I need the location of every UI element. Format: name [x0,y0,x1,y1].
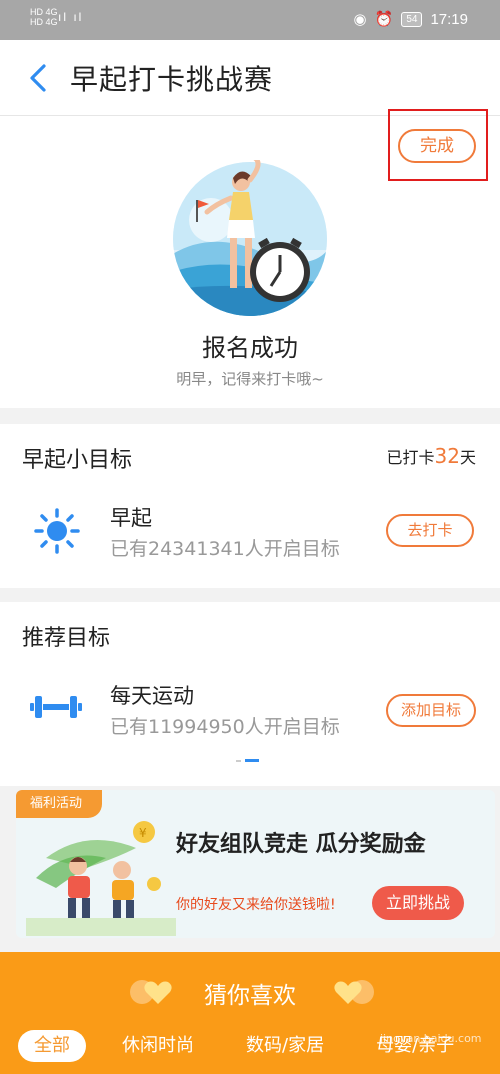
guess-title: 猜你喜欢 [204,983,296,1009]
sun-icon [34,508,80,554]
streak-suffix: 天 [459,448,476,467]
early-goal-card: 早起小目标 已打卡32天 早起 已有24341341人开启目标 去打卡 [0,424,500,588]
battery-icon: 54 [401,11,423,27]
promo-title: 好友组队竞走 瓜分奖励金 [176,832,426,857]
page-title: 早起打卡挑战赛 [70,63,274,96]
carousel-dot [236,759,241,762]
exercise-alarm-illustration [173,160,327,316]
section-title-goal: 早起小目标 [22,448,133,473]
tab-casual-fashion[interactable]: 休闲时尚 [106,1030,210,1062]
team-walk-illustration: ¥ [26,821,176,936]
signup-card: 完成 报名成功 明早，记得来打卡哦~ [0,109,500,408]
tab-digital-home[interactable]: 数码/家居 [230,1030,340,1062]
alarm-icon: ⏰ [374,11,394,28]
tab-all[interactable]: 全部 [18,1030,86,1062]
network-bottom: HD 4G [30,17,58,27]
heart-icon [334,980,374,1004]
signup-success-title: 报名成功 [202,334,298,362]
promo-subtitle: 你的好友又来给你送钱啦! [176,897,336,913]
carousel-indicator [236,759,259,762]
back-icon[interactable] [24,62,52,94]
signup-subtitle: 明早，记得来打卡哦~ [176,370,324,388]
status-bar: HD 4G HD 4G ıl ıl ◉ ⏰ 54 17:19 [0,0,500,40]
promo-banner[interactable]: 福利活动 ¥ 好友组队竞走 瓜分奖励金 你的好友又来给你送钱啦! 立即挑战 [16,790,495,938]
recommend-goal-name: 每天运动 [110,684,194,708]
promo-tag: 福利活动 [16,790,102,818]
goal-participants: 已有24341341人开启目标 [110,538,340,560]
add-goal-button[interactable]: 添加目标 [386,694,476,727]
svg-text:¥: ¥ [139,826,147,840]
guess-you-like-section: 猜你喜欢 全部 休闲时尚 数码/家居 母婴/亲子 [0,952,500,1074]
status-right: ◉ ⏰ 54 17:19 [353,10,468,29]
carousel-dot-active [245,759,259,762]
recommend-goal-participants: 已有11994950人开启目标 [110,716,340,738]
streak-prefix: 已打卡 [386,448,435,467]
checkin-button[interactable]: 去打卡 [386,514,474,547]
section-title-recommend: 推荐目标 [22,626,111,651]
app-header: 早起打卡挑战赛 [0,40,500,116]
streak-days: 32 [434,444,460,468]
challenge-now-button[interactable]: 立即挑战 [372,886,464,920]
network-top: HD 4G [30,7,58,17]
eye-icon: ◉ [353,11,367,28]
signal-icon: ıl ıl [58,10,84,24]
watermark: jingyan.baidu.com [380,1032,482,1045]
streak-counter: 已打卡32天 [387,444,476,468]
goal-name: 早起 [110,506,152,530]
dumbbell-icon [30,696,82,718]
clock-time: 17:19 [430,10,468,28]
recommended-goal-card: 推荐目标 每天运动 已有11994950人开启目标 添加目标 [0,602,500,786]
done-button[interactable]: 完成 [398,129,476,163]
network-indicator: HD 4G HD 4G [30,7,58,27]
